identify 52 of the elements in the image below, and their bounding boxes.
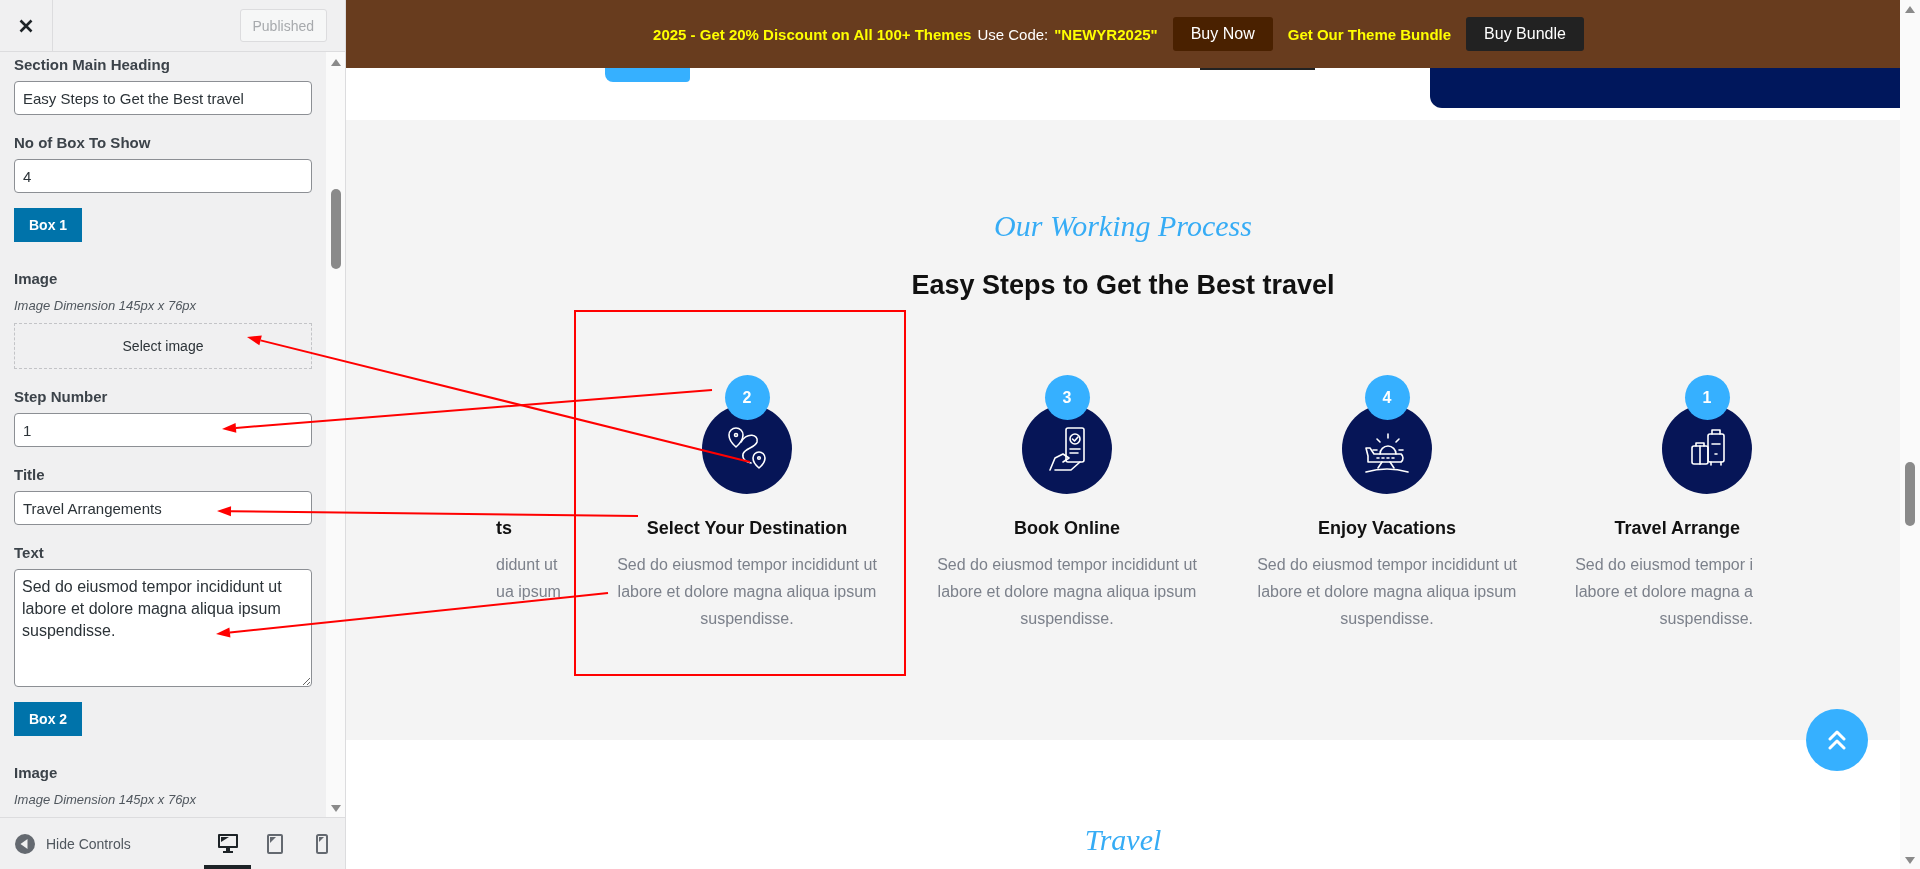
text-input[interactable]: 1 (14, 413, 312, 447)
step-title: ts (496, 517, 512, 540)
step-number-badge: 4 (1364, 375, 1410, 420)
field-hint: Image Dimension 145px x 76px (14, 791, 198, 809)
caret-up-icon[interactable] (1905, 6, 1915, 13)
promo-button[interactable]: Buy Bundle (1466, 17, 1584, 51)
step-title: Book Online (1014, 517, 1120, 540)
field-label: Step Number (14, 387, 109, 407)
field-hint: Image Dimension 145px x 76px (14, 297, 198, 315)
field-label: Image (14, 763, 59, 783)
field-label: Title (14, 465, 46, 485)
promo-highlight-text: Get Our Theme Bundle (1287, 25, 1452, 43)
promo-text: Use Code: (977, 25, 1049, 43)
close-icon (19, 18, 33, 33)
step-description: Sed do eiusmod tempor incididunt ut labore et dolore magna aliqua ipsum suspendisse. (1256, 555, 1518, 629)
scrollbar-thumb[interactable] (330, 189, 341, 269)
step-title: Enjoy Vacations (1317, 517, 1457, 540)
mobile-phone-icon (315, 833, 328, 854)
step-description: Sed do eiusmod tempor incididunt ut labore et dolore magna aliqua ipsum suspendisse. (616, 555, 878, 629)
box-section-button[interactable]: Box 2 (14, 702, 83, 736)
caret-down-icon[interactable] (1905, 857, 1915, 864)
step-description: didunt ut ua ipsum (496, 555, 561, 602)
text-input[interactable]: Easy Steps to Get the Best travel (14, 81, 312, 115)
step-number-badge: 2 (724, 375, 770, 420)
promo-highlight-text: "NEWYR2025" (1054, 25, 1158, 43)
field-label: Section Main Heading (14, 55, 171, 75)
step-description: Sed do eiusmod tempor incididunt ut labore et dolore magna aliqua ipsum suspendisse. (936, 555, 1198, 629)
section-eyebrow: Our Working Process (994, 208, 1252, 244)
monitor-icon (217, 834, 238, 853)
step-number-badge: 3 (1044, 375, 1090, 420)
text-input[interactable]: 4 (14, 159, 312, 193)
promo-highlight-text: 2025 - Get 20% Discount on All 100+ Themes (653, 25, 972, 43)
box-section-button[interactable]: Box 1 (14, 208, 83, 242)
collapse-icon (15, 833, 35, 854)
double-chevron-up-icon (1828, 730, 1846, 750)
hide-controls-button[interactable]: Hide Controls (0, 818, 131, 869)
section-eyebrow: Travel (1084, 822, 1162, 858)
scrollbar-thumb[interactable] (1905, 462, 1915, 526)
step-description: Sed do eiusmod tempor i labore et dolore magna a suspendisse. (1575, 555, 1753, 629)
promo-button[interactable]: Buy Now (1172, 17, 1273, 51)
tablet-icon (266, 833, 283, 854)
step-number-badge: 1 (1684, 375, 1730, 420)
step-title: Select Your Destination (646, 517, 848, 540)
text-area[interactable]: Sed do eiusmod tempor incididunt ut labore et dolore magna aliqua ipsum suspendisse. (14, 569, 312, 687)
step-title: Travel Arrange (1614, 517, 1740, 540)
section-heading: Easy Steps to Get the Best travel (911, 269, 1335, 302)
field-label: No of Box To Show (14, 133, 152, 153)
field-label: Text (14, 543, 45, 563)
caret-down-icon[interactable] (330, 805, 341, 812)
field-label: Image (14, 269, 59, 289)
caret-up-icon[interactable] (330, 59, 341, 66)
text-input[interactable]: Travel Arrangements (14, 491, 312, 525)
